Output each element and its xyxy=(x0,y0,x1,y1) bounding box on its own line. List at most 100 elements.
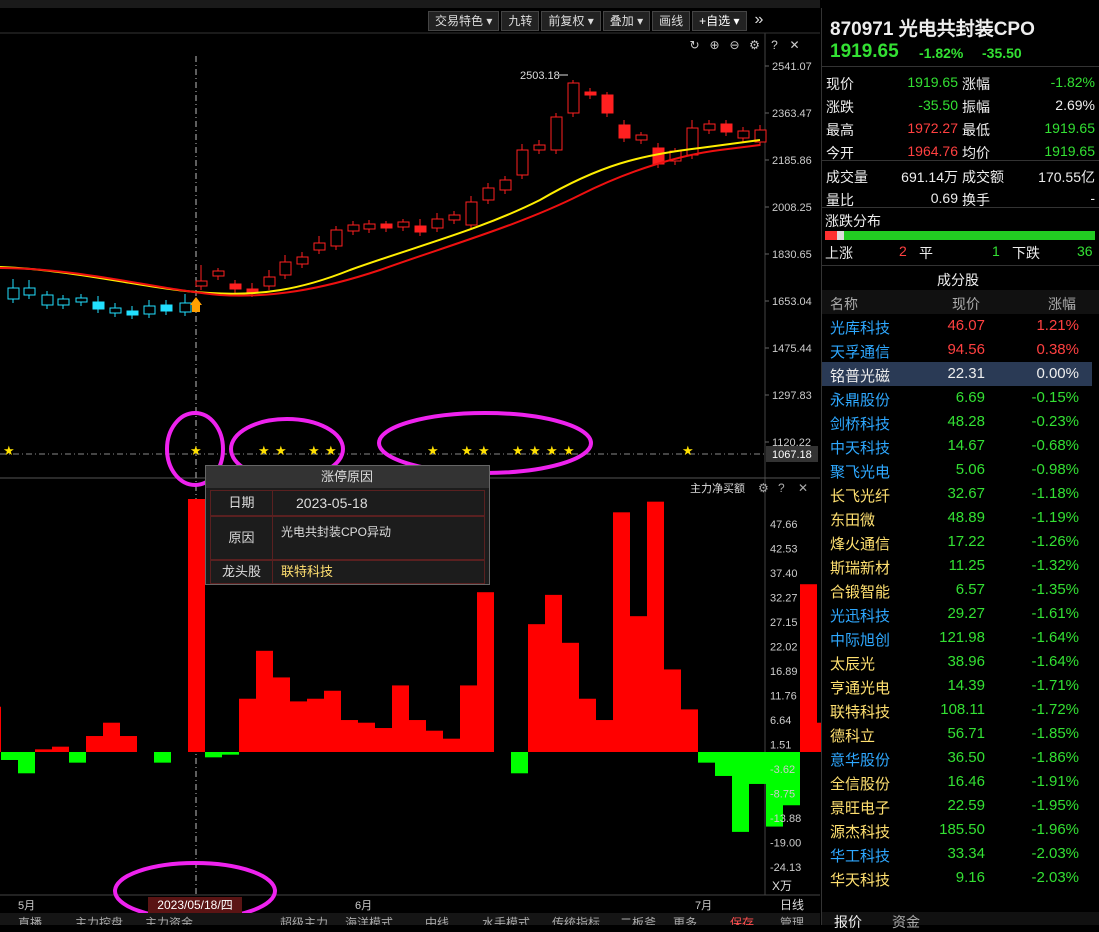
constituent-row[interactable]: 亨通光电 14.39 -1.71% xyxy=(822,674,1092,698)
limit-up-star: ★ xyxy=(461,443,473,458)
constituent-row[interactable]: 意华股份 36.50 -1.86% xyxy=(822,746,1092,770)
indicator-bar xyxy=(647,501,664,752)
constituent-row[interactable]: 联特科技 108.11 -1.72% xyxy=(822,698,1092,722)
tab-traditional[interactable]: 传统指标 xyxy=(552,913,600,925)
candle-body xyxy=(313,242,326,251)
price-tick: 2363.47 xyxy=(772,108,812,120)
tab-more[interactable]: 更多 xyxy=(673,913,697,925)
constituent-row[interactable]: 烽火通信 17.22 -1.26% xyxy=(822,530,1092,554)
constituent-row[interactable]: 源杰科技 185.50 -1.96% xyxy=(822,818,1092,842)
indicator-bar xyxy=(698,752,715,763)
indicator-bar xyxy=(18,752,35,774)
save-button[interactable]: 保存 xyxy=(730,913,754,925)
x-label-may: 5月 xyxy=(18,900,35,912)
candle-body xyxy=(347,224,360,232)
limit-up-star: ★ xyxy=(546,443,558,458)
indicator-tick: 32.27 xyxy=(770,593,798,605)
indicator-bar xyxy=(664,669,681,752)
constituent-row[interactable]: 长飞光纤 32.67 -1.18% xyxy=(822,482,1092,506)
constituent-row[interactable]: 华工科技 33.34 -2.03% xyxy=(822,842,1092,866)
indicator-bar xyxy=(562,642,579,752)
tab-live[interactable]: 直播 xyxy=(18,913,42,925)
candle-body xyxy=(380,223,393,229)
constituent-row[interactable]: 太辰光 38.96 -1.64% xyxy=(822,650,1092,674)
tab-sailor[interactable]: 水手模式 xyxy=(482,913,530,925)
tooltip-row-leader: 龙头股 联特科技 xyxy=(210,560,485,584)
indicator-bar xyxy=(324,690,341,752)
constituent-row[interactable]: 天孚通信 94.56 0.38% xyxy=(822,338,1092,362)
constituent-row[interactable]: 中天科技 14.67 -0.68% xyxy=(822,434,1092,458)
indicator-tick: 27.15 xyxy=(770,617,798,629)
candle-body xyxy=(195,280,208,287)
quote-row: 现价 1919.65 涨幅 -1.82% xyxy=(826,74,1095,92)
candlesticks xyxy=(7,80,767,319)
candle-body xyxy=(533,144,546,151)
tab-axe[interactable]: 二板斧 xyxy=(620,913,656,925)
candle-body xyxy=(720,123,733,133)
tab-main-funds[interactable]: 主力资金 xyxy=(145,913,193,925)
constituent-row[interactable]: 铭普光磁 22.31 0.00% xyxy=(822,362,1092,386)
tab-ocean[interactable]: 海洋模式 xyxy=(345,913,393,925)
indicator-tick: 47.66 xyxy=(770,519,798,531)
quote-panel: 870971 光电共封装CPO 1919.65 -1.82% -35.50 现价… xyxy=(821,8,1099,930)
price-tick: 1653.04 xyxy=(772,296,812,308)
dist-title: 涨跌分布 xyxy=(825,213,881,229)
tab-main-control[interactable]: 主力控盘 xyxy=(75,913,123,925)
indicator-tick: -13.88 xyxy=(770,813,801,825)
indicator-close-icon[interactable]: ✕ xyxy=(798,481,808,495)
tab-funds[interactable]: 资金 xyxy=(892,912,920,932)
tooltip-row-reason: 原因 光电共封装CPO异动 xyxy=(210,516,485,560)
dist-down-count: 36 xyxy=(1077,243,1093,259)
bottom-tabs: 直播 主力控盘 主力资金 超级主力 海洋模式 中线 水手模式 传统指标 二板斧 … xyxy=(0,913,820,925)
tab-midline[interactable]: 中线 xyxy=(425,913,449,925)
constituent-row[interactable]: 景旺电子 22.59 -1.95% xyxy=(822,794,1092,818)
limit-up-star: ★ xyxy=(529,443,541,458)
constituent-row[interactable]: 东田微 48.89 -1.19% xyxy=(822,506,1092,530)
tab-super-main[interactable]: 超级主力 xyxy=(280,913,328,925)
indicator-bar xyxy=(154,752,171,763)
tab-quote[interactable]: 报价 xyxy=(834,912,862,932)
candle-body xyxy=(703,123,716,131)
candle-body xyxy=(516,149,529,176)
limit-up-star: ★ xyxy=(308,443,320,458)
indicator-bar xyxy=(443,738,460,752)
indicator-bar xyxy=(511,752,528,774)
indicator-bar xyxy=(52,746,69,752)
constituent-row[interactable]: 华天科技 9.16 -2.03% xyxy=(822,866,1092,890)
constituents-header: 名称 现价 涨幅 xyxy=(822,290,1099,314)
candle-body xyxy=(23,287,36,296)
indicator-bar xyxy=(256,650,273,752)
constituent-row[interactable]: 中际旭创 121.98 -1.64% xyxy=(822,626,1092,650)
candle-body xyxy=(686,127,699,156)
price-tick: 1830.65 xyxy=(772,249,812,261)
x-label-jul: 7月 xyxy=(695,900,712,912)
candle-body xyxy=(431,218,444,229)
candle-body xyxy=(499,179,512,191)
constituent-row[interactable]: 合锻智能 6.57 -1.35% xyxy=(822,578,1092,602)
chart-canvas[interactable]: ★ ★ ★ ★ ★ ★ ★ ★ ★ ★ ★ ★ ★ ★ 2541.07 2363.47 2185.86 2008… xyxy=(0,0,821,925)
indicator-bar xyxy=(222,752,239,755)
indicator-gear-icon[interactable]: ⚙ xyxy=(758,481,769,495)
constituent-row[interactable]: 全信股份 16.46 -1.91% xyxy=(822,770,1092,794)
constituent-row[interactable]: 德科立 56.71 -1.85% xyxy=(822,722,1092,746)
stock-title: 870971 光电共封装CPO xyxy=(830,19,1035,40)
candle-body xyxy=(737,130,750,139)
constituent-row[interactable]: 斯瑞新材 11.25 -1.32% xyxy=(822,554,1092,578)
constituent-row[interactable]: 光库科技 46.07 1.21% xyxy=(822,314,1092,338)
constituent-row[interactable]: 聚飞光电 5.06 -0.98% xyxy=(822,458,1092,482)
indicator-help-icon[interactable]: ? xyxy=(778,481,785,495)
constituent-row[interactable]: 光迅科技 29.27 -1.61% xyxy=(822,602,1092,626)
candle-body xyxy=(397,221,410,228)
candle-body xyxy=(618,124,631,139)
candle-body xyxy=(212,270,225,277)
indicator-axis: 47.66 42.53 37.40 32.27 27.15 22.02 16.89 11.76… xyxy=(770,519,801,874)
manage-button[interactable]: 管理 xyxy=(780,913,804,925)
limit-up-tooltip: 涨停原因 日期 2023-05-18 原因 光电共封装CPO异动 龙头股 联特科… xyxy=(205,465,490,585)
constituent-row[interactable]: 剑桥科技 48.28 -0.23% xyxy=(822,410,1092,434)
current-price-label: 1067.18 xyxy=(772,449,812,461)
indicator-tick: 16.89 xyxy=(770,666,798,678)
indicator-tick: 11.76 xyxy=(770,691,797,703)
price-tick: 2185.86 xyxy=(772,155,812,167)
constituent-row[interactable]: 永鼎股份 6.69 -0.15% xyxy=(822,386,1092,410)
x-label-jun: 6月 xyxy=(355,900,372,912)
